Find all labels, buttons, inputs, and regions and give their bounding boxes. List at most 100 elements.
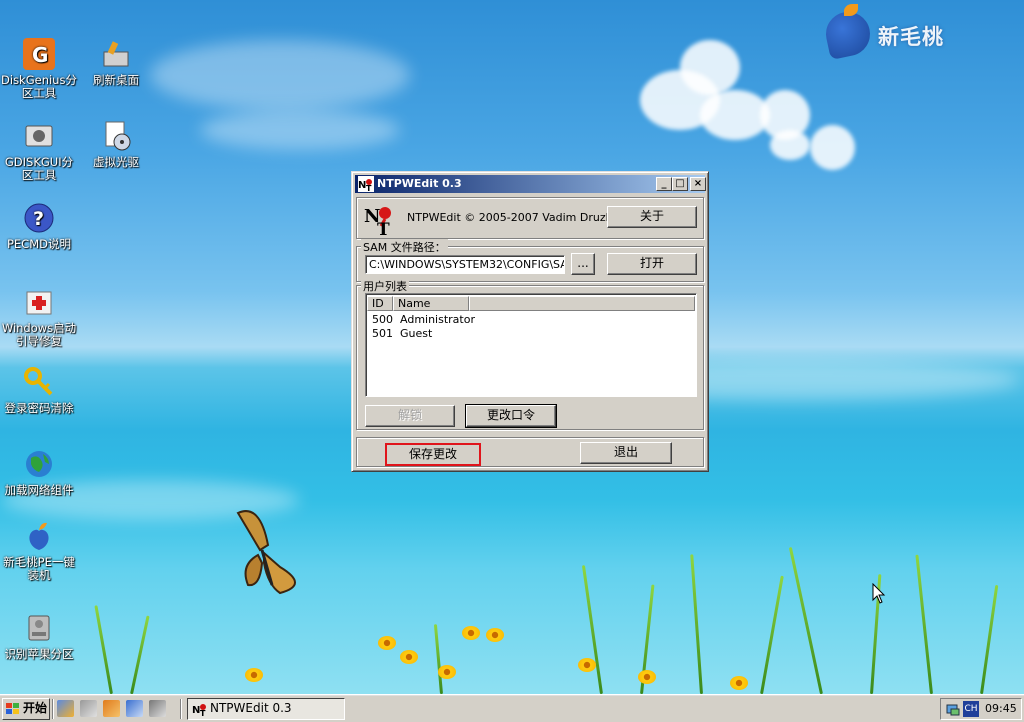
user-row-guest[interactable]: 501 Guest <box>372 327 692 341</box>
user-name-cell: Administrator <box>400 313 475 326</box>
quicklaunch-icon-1[interactable] <box>57 700 74 717</box>
quicklaunch-icon-2[interactable] <box>80 700 97 717</box>
flower-decoration <box>462 626 480 640</box>
butterfly-decoration <box>236 510 296 595</box>
column-header-name[interactable]: Name <box>393 296 469 311</box>
taskbar: 开始 NT NTPWEdit 0.3 CH 09:45 <box>0 694 1024 722</box>
grass-blade <box>690 554 703 694</box>
flower-decoration <box>638 670 656 684</box>
flower-decoration <box>245 668 263 682</box>
desktop-icon-label: 识别苹果分区 <box>4 647 74 661</box>
desktop-icon-onekey[interactable]: 新毛桃PE一键装机 <box>0 520 78 582</box>
flower-decoration <box>378 636 396 650</box>
desktop-icon-virtual-drive[interactable]: 虚拟光驱 <box>77 120 155 169</box>
flower-decoration <box>400 650 418 664</box>
boot-repair-icon <box>23 286 55 318</box>
mouse-cursor-icon <box>872 583 886 604</box>
start-button[interactable]: 开始 <box>2 698 50 720</box>
language-indicator[interactable]: CH <box>963 701 979 717</box>
svg-text:T: T <box>200 709 206 717</box>
network-tray-icon[interactable] <box>945 701 961 717</box>
user-name-cell: Guest <box>400 327 433 340</box>
desktop-icon-label: 虚拟光驱 <box>93 155 139 169</box>
about-text: NTPWEdit © 2005-2007 Vadim Druzhin <box>407 211 623 224</box>
network-globe-icon <box>23 448 55 480</box>
close-button[interactable]: × <box>690 177 706 191</box>
desktop-icon-my-computer[interactable] <box>0 0 78 3</box>
taskbar-separator <box>52 699 54 719</box>
grass-blade <box>433 624 443 694</box>
sam-path-group: SAM 文件路径： C:\WINDOWS\SYSTEM32\CONFIG\SAM… <box>356 239 704 282</box>
desktop-icon-label: GDISKGUI分区工具 <box>4 155 74 182</box>
cloud <box>770 130 810 160</box>
system-tray: CH 09:45 <box>940 698 1022 720</box>
column-header-filler <box>469 296 695 311</box>
change-password-button[interactable]: 更改口令 <box>465 404 557 428</box>
grass-blade <box>94 605 113 694</box>
ntpwedit-window: NT NTPWEdit 0.3 _ □ × N T NTPWEdit © 200… <box>351 171 709 472</box>
user-list[interactable]: ID Name 500 Administrator 501 Guest <box>365 293 697 397</box>
open-button[interactable]: 打开 <box>607 253 697 275</box>
desktop-icon-network[interactable]: 加载网络组件 <box>0 448 78 497</box>
unlock-button[interactable]: 解锁 <box>365 405 455 427</box>
column-header-id[interactable]: ID <box>367 296 393 311</box>
quicklaunch-icon-3[interactable] <box>103 700 120 717</box>
grass-blade <box>788 546 823 694</box>
brand-logo: 新毛桃 <box>821 4 966 61</box>
desktop-icon-pecmd[interactable]: ? PECMD说明 <box>0 202 78 251</box>
desktop-icon-diskgenius[interactable]: G DiskGenius分区工具 <box>0 38 78 100</box>
sam-path-group-label: SAM 文件路径： <box>361 239 448 255</box>
grass-blade <box>130 615 150 694</box>
key-icon <box>23 366 55 398</box>
maximize-button[interactable]: □ <box>672 177 688 191</box>
minimize-button[interactable]: _ <box>656 177 672 191</box>
desktop-icon-label: 加载网络组件 <box>4 483 74 497</box>
desktop-icon-label: 新毛桃PE一键装机 <box>3 555 75 582</box>
brand-logo-text: 新毛桃 <box>878 25 944 49</box>
clock[interactable]: 09:45 <box>985 702 1017 715</box>
windows-logo-icon <box>6 703 19 714</box>
grass-blade <box>915 554 933 694</box>
ntpwedit-logo-icon: N T <box>364 206 391 236</box>
taskbar-separator <box>180 699 182 719</box>
svg-text:?: ? <box>33 208 44 230</box>
disk-drive-icon <box>23 612 55 644</box>
desktop-icon-label: 登录密码清除 <box>4 401 74 415</box>
svg-text:G: G <box>32 43 48 67</box>
quicklaunch-icon-5[interactable] <box>149 700 166 717</box>
exit-button[interactable]: 退出 <box>580 442 672 464</box>
user-id-cell: 500 <box>372 313 393 326</box>
grass-blade <box>581 565 603 694</box>
desktop-icon-label <box>0 0 78 3</box>
desktop-icon-label: Windows启动引导修复 <box>1 321 77 348</box>
window-titlebar[interactable]: NT NTPWEdit 0.3 _ □ × <box>355 175 706 193</box>
desktop-icon-apple-partition[interactable]: 识别苹果分区 <box>0 612 78 661</box>
user-id-cell: 501 <box>372 327 393 340</box>
taskbar-button-ntpwedit[interactable]: NT NTPWEdit 0.3 <box>187 698 345 720</box>
window-title: NTPWEdit 0.3 <box>377 177 462 190</box>
quicklaunch-icon-4[interactable] <box>126 700 143 717</box>
grass-blade <box>760 575 784 694</box>
ntpwedit-app-icon: NT <box>192 704 206 717</box>
desktop-icon-label: DiskGenius分区工具 <box>1 73 77 100</box>
ntpwedit-app-icon: NT <box>358 176 374 193</box>
grass-blade <box>980 584 999 694</box>
desktop-icon-refresh[interactable]: 刷新桌面 <box>77 38 155 87</box>
flower-decoration <box>486 628 504 642</box>
save-changes-button[interactable]: 保存更改 <box>385 443 481 466</box>
desktop-icon-password-clear[interactable]: 登录密码清除 <box>0 366 78 415</box>
flower-decoration <box>438 665 456 679</box>
desktop-icon-gdiskgui[interactable]: GDISKGUI分区工具 <box>0 120 78 182</box>
cloud <box>200 110 400 150</box>
user-row-administrator[interactable]: 500 Administrator <box>372 313 692 327</box>
about-button[interactable]: 关于 <box>607 206 697 228</box>
refresh-desktop-icon <box>100 38 132 70</box>
taskbar-button-label: NTPWEdit 0.3 <box>210 701 292 715</box>
sam-path-input[interactable]: C:\WINDOWS\SYSTEM32\CONFIG\SAM <box>365 255 565 274</box>
help-icon: ? <box>23 202 55 234</box>
user-list-group-label: 用户列表 <box>361 278 409 294</box>
browse-button[interactable]: ... <box>571 253 595 275</box>
desktop-icon-boot-repair[interactable]: Windows启动引导修复 <box>0 286 78 348</box>
diskgenius-icon: G <box>23 38 55 70</box>
gdiskgui-icon <box>23 120 55 152</box>
